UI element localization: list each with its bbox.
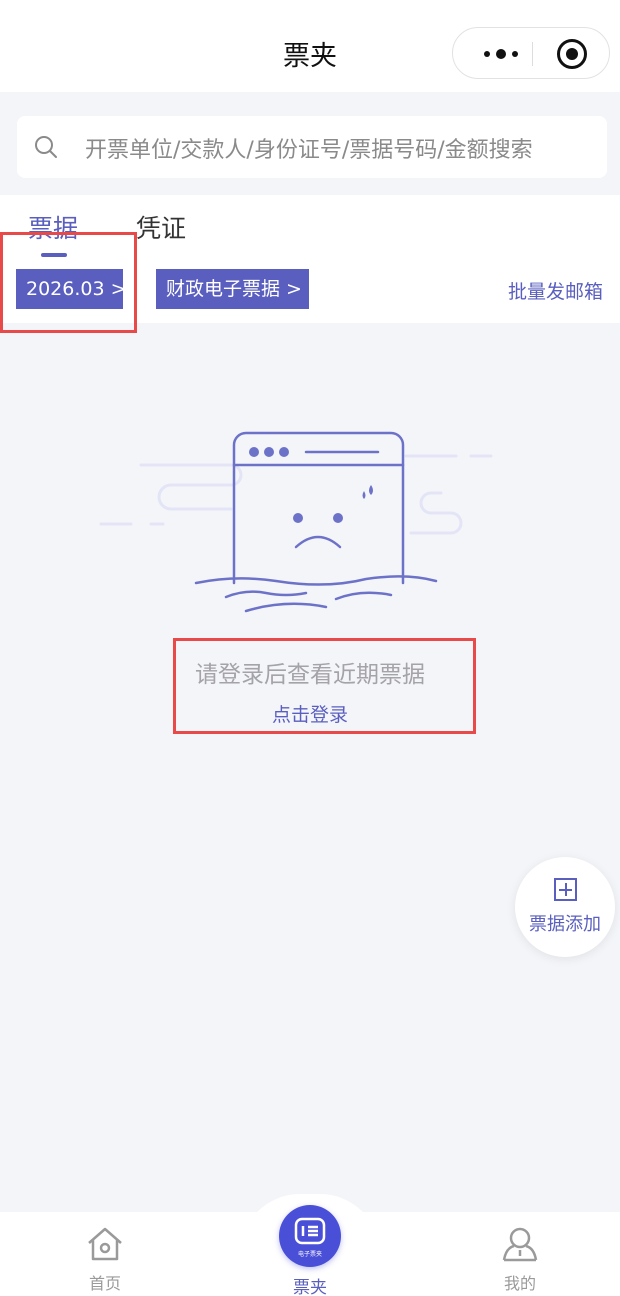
tabs-panel: 票据 凭证 2026.03 > 财政电子票据 > 批量发邮箱 [0, 195, 620, 323]
nav-mine-label: 我的 [503, 1274, 536, 1293]
batch-email-link[interactable]: 批量发邮箱 [508, 277, 603, 304]
more-options-icon[interactable] [471, 28, 531, 80]
nav-home-label: 首页 [88, 1274, 121, 1293]
add-icon [554, 878, 577, 901]
nav-item-home[interactable]: 首页 [70, 1226, 140, 1294]
receipt-type-filter-button[interactable]: 财政电子票据 > [156, 269, 309, 309]
capsule-divider [532, 42, 533, 66]
search-bar[interactable]: 开票单位/交款人/身份证号/票据号码/金额搜索 [17, 116, 607, 178]
empty-state-illustration [99, 431, 493, 613]
home-icon [88, 1227, 122, 1261]
wallet-icon-caption: 电子票夹 [297, 1251, 322, 1258]
miniprogram-capsule [452, 27, 610, 79]
nav-wallet-label: 票夹 [293, 1278, 327, 1296]
add-receipt-label: 票据添加 [529, 914, 601, 935]
date-filter-button[interactable]: 2026.03 > [16, 269, 127, 309]
tab-active-indicator [41, 253, 67, 257]
tab-receipts[interactable]: 票据 [28, 209, 78, 245]
close-target-icon[interactable] [557, 39, 587, 69]
user-icon [502, 1227, 538, 1262]
add-receipt-button[interactable]: 票据添加 [515, 857, 615, 957]
wallet-icon: 电子票夹 [279, 1205, 341, 1267]
empty-state-message: 请登录后查看近期票据 [195, 662, 425, 688]
title-bar: 票夹 [0, 0, 620, 92]
tab-vouchers[interactable]: 凭证 [136, 209, 186, 245]
login-link[interactable]: 点击登录 [0, 700, 620, 727]
search-input[interactable]: 开票单位/交款人/身份证号/票据号码/金额搜索 [85, 132, 533, 164]
nav-item-wallet[interactable]: 电子票夹 票夹 [270, 1205, 350, 1296]
nav-item-mine[interactable]: 我的 [485, 1226, 555, 1294]
search-icon [35, 136, 57, 158]
